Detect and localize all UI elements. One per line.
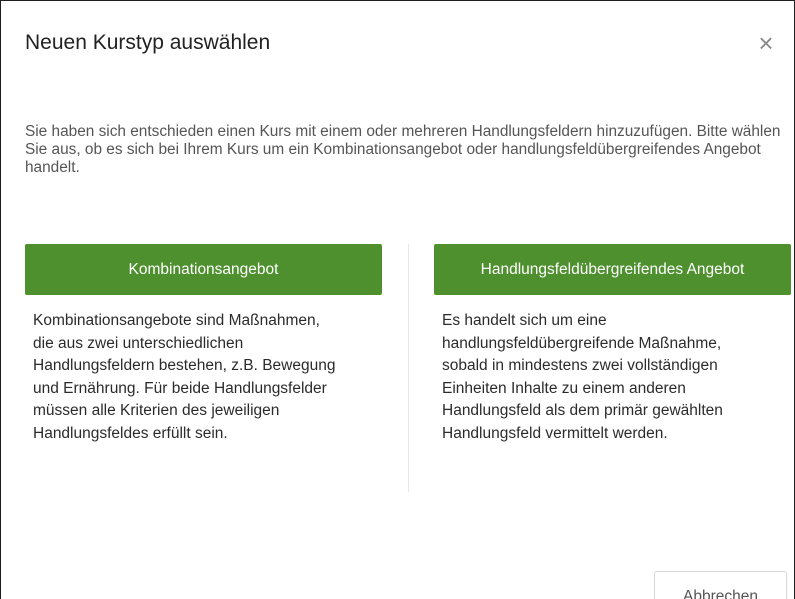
description-line: handlungsfeldübergreifende Maßnahme, [442, 334, 722, 352]
course-type-dialog: Neuen Kurstyp auswählen × Sie haben sich… [0, 0, 795, 599]
description-line: müssen alle Kriterien des jeweiligen [33, 402, 280, 419]
dialog-intro-text: Sie haben sich entschieden einen Kurs mi… [25, 123, 781, 176]
description-line: Es handelt sich um eine [442, 312, 607, 329]
option-combination: Kombinationsangebot Kombinationsangebote… [25, 244, 382, 445]
kombinationsangebot-description: Kombinationsangebote sind Maßnahmen, die… [33, 310, 382, 445]
description-line: Handlungsfeld vermittelt werden. [442, 424, 668, 442]
kombinationsangebot-button[interactable]: Kombinationsangebot [25, 244, 382, 295]
close-icon[interactable]: × [752, 29, 780, 57]
description-line: Handlungsfeldern bestehen, z.B. Bewegung [33, 357, 336, 374]
column-divider [408, 244, 409, 492]
description-line: und Ernährung. Für beide Handlungsfelder [33, 379, 327, 397]
description-line: Kombinationsangebote sind Maßnahmen, [33, 312, 320, 329]
handlungsfelduebergreifendes-angebot-button[interactable]: Handlungsfeldübergreifendes Angebot [434, 244, 791, 295]
description-line: Handlungsfeld als dem primär gewählten [442, 402, 723, 419]
handlungsfelduebergreifendes-angebot-description: Es handelt sich um eine handlungsfeldübe… [442, 310, 791, 445]
description-line: sobald in mindestens zwei vollständigen [442, 357, 718, 374]
description-line: die aus zwei unterschiedlichen [33, 334, 244, 352]
option-cross-field: Handlungsfeldübergreifendes Angebot Es h… [434, 244, 791, 445]
description-line: Einheiten Inhalte zu einem anderen [442, 379, 686, 397]
dialog-title: Neuen Kurstyp auswählen [25, 31, 271, 54]
cancel-button[interactable]: Abbrechen [654, 571, 787, 599]
description-line: Handlungsfeldes erfüllt sein. [33, 424, 228, 442]
